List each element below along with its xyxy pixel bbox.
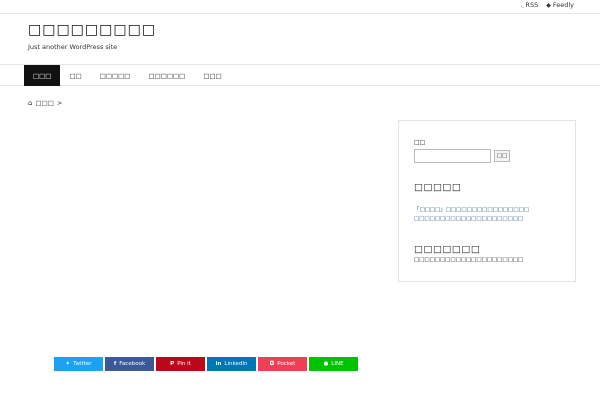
breadcrumb-home-link[interactable]: □□□ [35, 99, 53, 107]
breadcrumb-separator: > [56, 99, 63, 107]
nav-item-4[interactable]: □□□□□□ [139, 65, 194, 86]
pocket-label: Pocket [277, 361, 296, 367]
rss-link[interactable]: ◟ RSS [521, 1, 538, 9]
recent-comments-title: □□□□□ [414, 182, 462, 193]
sidebar: □□ □□ □□□□□ 「□□□□」□□□□□□□□□□□□□□□□ □□□□□… [398, 120, 576, 282]
nav-item-5[interactable]: □□□ [194, 65, 230, 86]
nav-item-home[interactable]: □□□ [24, 65, 61, 86]
twitter-share-button[interactable]: ✦ Twitter [54, 357, 103, 371]
breadcrumb: ⌂ □□□ > [28, 99, 62, 107]
feed-links: ◟ RSS ◆ Feedly [521, 1, 574, 9]
pinterest-label: Pin it [177, 361, 191, 367]
pinterest-icon: P [170, 361, 175, 367]
pinterest-share-button[interactable]: P Pin it [156, 357, 205, 371]
rss-icon: ◟ [521, 1, 524, 9]
linkedin-share-button[interactable]: in LinkedIn [207, 357, 256, 371]
search-label: □□ [414, 139, 426, 146]
recent-comment-link-1[interactable]: 「□□□□」□□□□□□□□□□□□□□□□ [414, 205, 529, 213]
pocket-share-button[interactable]: ◘ Pocket [258, 357, 307, 371]
facebook-share-button[interactable]: f Facebook [105, 357, 154, 371]
nav-item-3[interactable]: □□□□□ [91, 65, 140, 86]
twitter-label: Twitter [73, 361, 92, 367]
pocket-icon: ◘ [269, 361, 275, 367]
line-icon: ● [323, 361, 329, 367]
feedly-icon: ◆ [546, 1, 551, 9]
recent-comment-link-2[interactable]: □□□□□□□□□□□□□□□□□□□□□ [414, 216, 523, 222]
search-button[interactable]: □□ [494, 150, 510, 162]
archive-title: □□□□□□□ [414, 244, 481, 255]
facebook-icon: f [113, 361, 117, 367]
site-title[interactable]: □□□□□□□□□ [28, 22, 156, 38]
linkedin-icon: in [215, 361, 222, 367]
main-navigation: □□□ □□ □□□□□ □□□□□□ □□□ [0, 64, 600, 86]
facebook-label: Facebook [119, 361, 146, 367]
home-icon: ⌂ [28, 99, 33, 107]
site-tagline: Just another WordPress site [28, 43, 118, 51]
twitter-icon: ✦ [65, 361, 71, 367]
share-buttons: ✦ Twitter f Facebook P Pin it in LinkedI… [54, 357, 358, 371]
line-share-button[interactable]: ● LINE [309, 357, 358, 371]
feedly-label: Feedly [552, 1, 574, 9]
linkedin-label: LinkedIn [224, 361, 248, 367]
feedly-link[interactable]: ◆ Feedly [546, 1, 574, 9]
search-input[interactable] [414, 149, 491, 163]
line-label: LINE [331, 361, 344, 367]
nav-item-2[interactable]: □□ [60, 65, 90, 86]
rss-label: RSS [525, 1, 539, 9]
archive-text: □□□□□□□□□□□□□□□□□□□□□ [414, 257, 524, 263]
top-bar: ◟ RSS ◆ Feedly [0, 0, 600, 14]
